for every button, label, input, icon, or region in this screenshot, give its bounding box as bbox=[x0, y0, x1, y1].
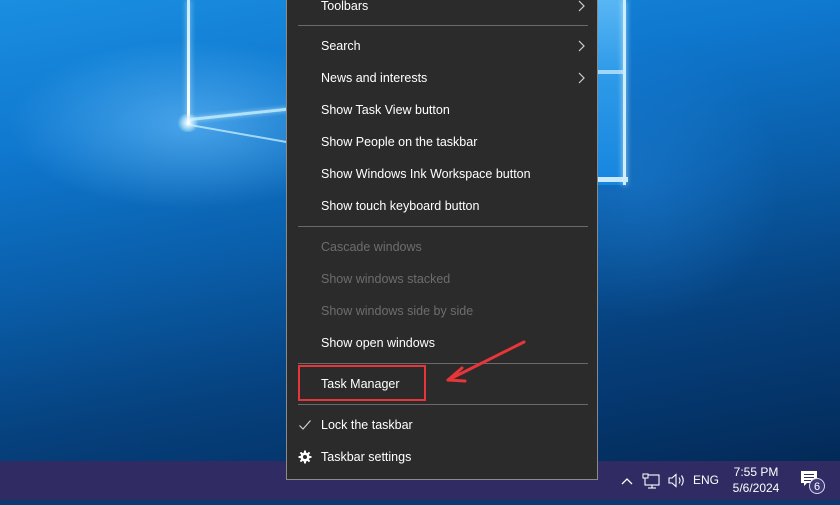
network-button[interactable] bbox=[640, 461, 662, 500]
chevron-right-icon bbox=[578, 0, 585, 12]
menu-item-label: Toolbars bbox=[321, 0, 369, 13]
chevron-up-icon bbox=[621, 478, 633, 485]
menu-item-label: News and interests bbox=[321, 71, 428, 85]
wallpaper-window-pane bbox=[598, 0, 628, 185]
chevron-right-icon bbox=[578, 40, 585, 52]
notification-count-badge: 6 bbox=[809, 478, 825, 494]
gear-icon bbox=[298, 450, 312, 464]
menu-item-label: Show People on the taskbar bbox=[321, 135, 478, 149]
checkmark-icon bbox=[299, 420, 311, 430]
menu-item-label: Cascade windows bbox=[321, 240, 422, 254]
clock-button[interactable]: 7:55 PM 5/6/2024 bbox=[726, 461, 786, 500]
menu-item-show-windows-stacked: Show windows stacked bbox=[287, 264, 597, 294]
menu-item-news-and-interests[interactable]: News and interests bbox=[287, 63, 597, 93]
annotation-highlight-box bbox=[298, 365, 426, 401]
menu-item-show-touch-keyboard[interactable]: Show touch keyboard button bbox=[287, 191, 597, 221]
menu-item-label: Taskbar settings bbox=[321, 450, 412, 464]
menu-item-cascade-windows: Cascade windows bbox=[287, 232, 597, 262]
menu-separator bbox=[298, 404, 588, 405]
network-icon bbox=[642, 473, 660, 489]
clock-date: 5/6/2024 bbox=[732, 481, 780, 495]
menu-item-show-people[interactable]: Show People on the taskbar bbox=[287, 127, 597, 157]
menu-separator bbox=[298, 226, 588, 227]
menu-separator bbox=[298, 25, 588, 26]
menu-item-label: Show touch keyboard button bbox=[321, 199, 480, 213]
menu-item-label: Show windows side by side bbox=[321, 304, 474, 318]
menu-item-label: Show open windows bbox=[321, 336, 435, 350]
volume-icon bbox=[668, 473, 684, 488]
wallpaper-pane-bar bbox=[598, 70, 626, 74]
menu-item-search[interactable]: Search bbox=[287, 31, 597, 61]
input-language-button[interactable]: ENG bbox=[692, 461, 720, 500]
menu-item-label: Search bbox=[321, 39, 361, 53]
show-hidden-icons-button[interactable] bbox=[618, 461, 636, 500]
chevron-right-icon bbox=[578, 72, 585, 84]
menu-item-show-windows-side-by-side: Show windows side by side bbox=[287, 296, 597, 326]
volume-button[interactable] bbox=[666, 461, 688, 500]
menu-item-label: Lock the taskbar bbox=[321, 418, 413, 432]
menu-item-toolbars[interactable]: Toolbars bbox=[287, 0, 597, 21]
clock-time: 7:55 PM bbox=[733, 465, 779, 479]
menu-item-show-windows-ink[interactable]: Show Windows Ink Workspace button bbox=[287, 159, 597, 189]
annotation-arrow-icon bbox=[446, 340, 526, 383]
wallpaper-pane-edge bbox=[623, 0, 626, 185]
wallpaper-light-beam bbox=[189, 107, 290, 121]
taskbar-context-menu: Toolbars Search News and interests Show … bbox=[286, 0, 598, 480]
menu-item-label: Show Task View button bbox=[321, 103, 450, 117]
wallpaper-glow bbox=[176, 114, 200, 132]
menu-item-label: Show Windows Ink Workspace button bbox=[321, 167, 531, 181]
wallpaper-light-beam bbox=[189, 124, 289, 144]
menu-item-show-task-view-button[interactable]: Show Task View button bbox=[287, 95, 597, 125]
wallpaper-light-beam bbox=[187, 0, 190, 125]
menu-item-taskbar-settings[interactable]: Taskbar settings bbox=[287, 442, 597, 472]
action-center-button[interactable]: 6 bbox=[792, 461, 832, 500]
menu-item-lock-the-taskbar[interactable]: Lock the taskbar bbox=[287, 410, 597, 440]
menu-item-label: Show windows stacked bbox=[321, 272, 451, 286]
